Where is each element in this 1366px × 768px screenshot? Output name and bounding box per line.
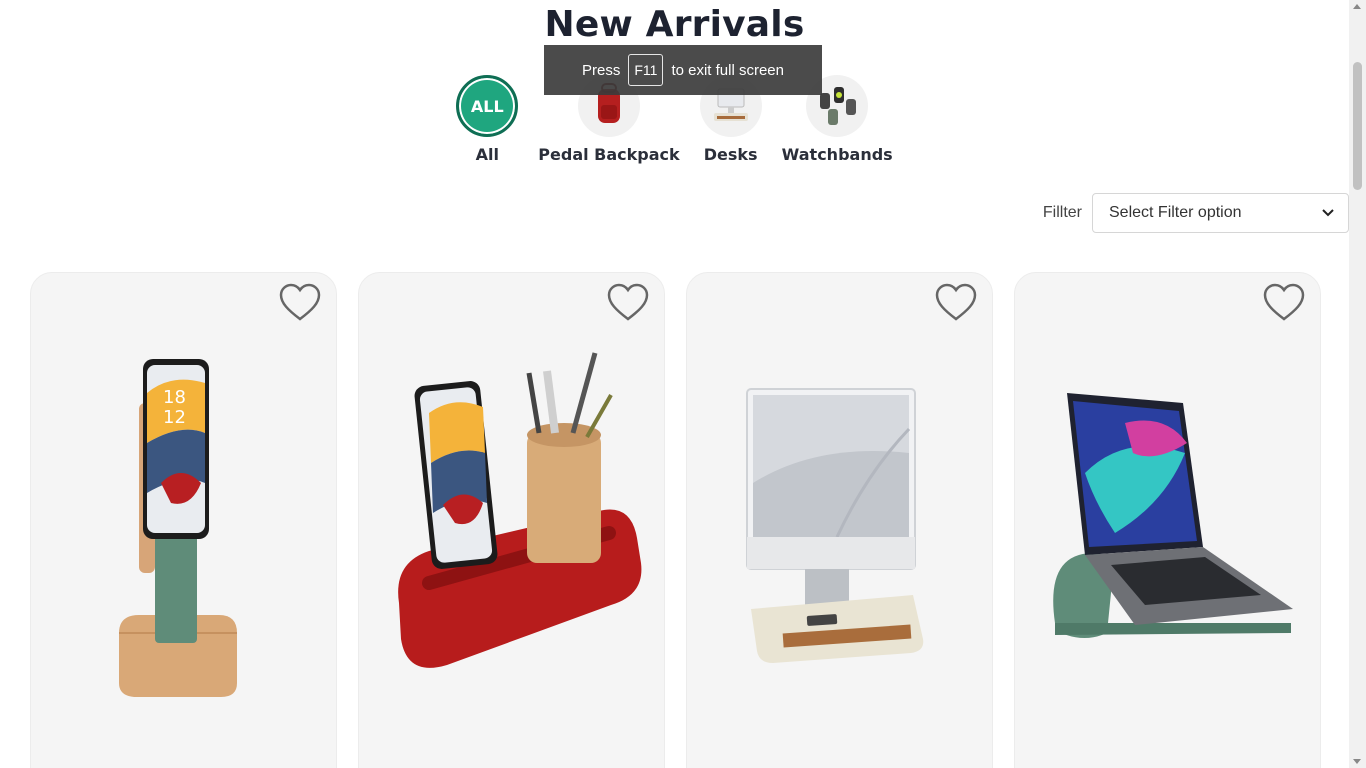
category-label: Desks xyxy=(703,145,758,164)
heart-icon[interactable] xyxy=(934,283,978,323)
product-card[interactable] xyxy=(686,272,993,768)
category-all-badge: ALL xyxy=(456,75,519,137)
product-grid: 18 12 xyxy=(30,272,1321,768)
heart-icon[interactable] xyxy=(606,283,650,323)
filter-label: Fillter xyxy=(1042,204,1082,221)
phone-stand-green-image: 18 12 xyxy=(119,359,237,697)
filter-row: Fillter Select Filter option xyxy=(1043,193,1349,233)
product-card[interactable] xyxy=(358,272,665,768)
category-label: Pedal Backpack xyxy=(538,145,680,164)
toast-suffix: to exit full screen xyxy=(671,61,784,79)
svg-text:12: 12 xyxy=(163,407,186,428)
heart-icon[interactable] xyxy=(1262,283,1306,323)
product-card[interactable]: 18 12 xyxy=(30,272,337,768)
svg-text:18: 18 xyxy=(163,387,186,408)
vertical-scrollbar[interactable] xyxy=(1349,0,1366,768)
scroll-down-arrow[interactable] xyxy=(1353,759,1361,764)
toast-key: F11 xyxy=(628,54,664,86)
fullscreen-toast: Press F11 to exit full screen xyxy=(544,45,822,95)
category-label: All xyxy=(475,145,499,164)
category-all[interactable]: ALL All xyxy=(456,75,519,164)
monitor-stand-image xyxy=(746,388,924,663)
scrollbar-thumb[interactable] xyxy=(1353,62,1362,190)
filter-selected-value: Select Filter option xyxy=(1109,204,1242,221)
heart-icon[interactable] xyxy=(278,283,322,323)
scroll-up-arrow[interactable] xyxy=(1353,4,1361,9)
chevron-down-icon xyxy=(1322,209,1334,217)
product-card[interactable] xyxy=(1014,272,1321,768)
page: New Arrivals ALL All Pedal Backpack Desk… xyxy=(0,0,1349,768)
toast-prefix: Press xyxy=(582,61,621,79)
laptop-stand-image xyxy=(1053,393,1293,638)
category-label: Watchbands xyxy=(781,145,893,164)
filter-select[interactable]: Select Filter option xyxy=(1092,193,1349,233)
page-title: New Arrivals xyxy=(544,4,805,45)
red-desk-organizer-image xyxy=(398,352,642,668)
